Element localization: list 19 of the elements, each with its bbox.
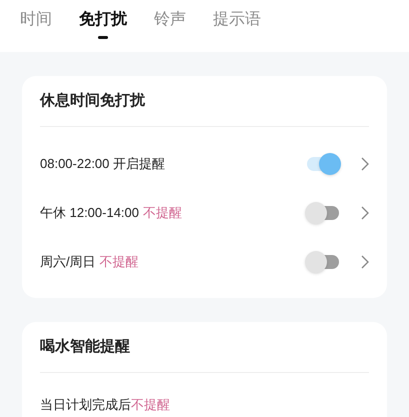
- card-title: 喝水智能提醒: [40, 337, 130, 357]
- tab[interactable]: 铃声: [154, 8, 186, 32]
- chevron-right-icon[interactable]: [361, 156, 369, 170]
- tab[interactable]: 免打扰: [79, 8, 127, 32]
- status-text: 不提醒: [143, 204, 182, 222]
- row-label: 08:00-22:00 开启提醒: [40, 154, 166, 173]
- row-label: 当日计划完成后: [40, 396, 131, 414]
- toggle-switch[interactable]: [305, 152, 341, 174]
- tab[interactable]: 提示语: [213, 8, 261, 32]
- chevron-right-icon[interactable]: [361, 254, 369, 268]
- tab[interactable]: 时间: [20, 8, 52, 32]
- toggle-switch[interactable]: [305, 250, 341, 272]
- card-title: 休息时间免打扰: [40, 91, 145, 111]
- chevron-right-icon[interactable]: [361, 206, 369, 220]
- toggle-switch[interactable]: [305, 202, 341, 224]
- row-label: 午休 12:00-14:00: [40, 204, 140, 222]
- status-text: 不提醒: [131, 396, 170, 414]
- status-text: 不提醒: [100, 252, 139, 271]
- row-label: 周六/周日: [40, 252, 96, 271]
